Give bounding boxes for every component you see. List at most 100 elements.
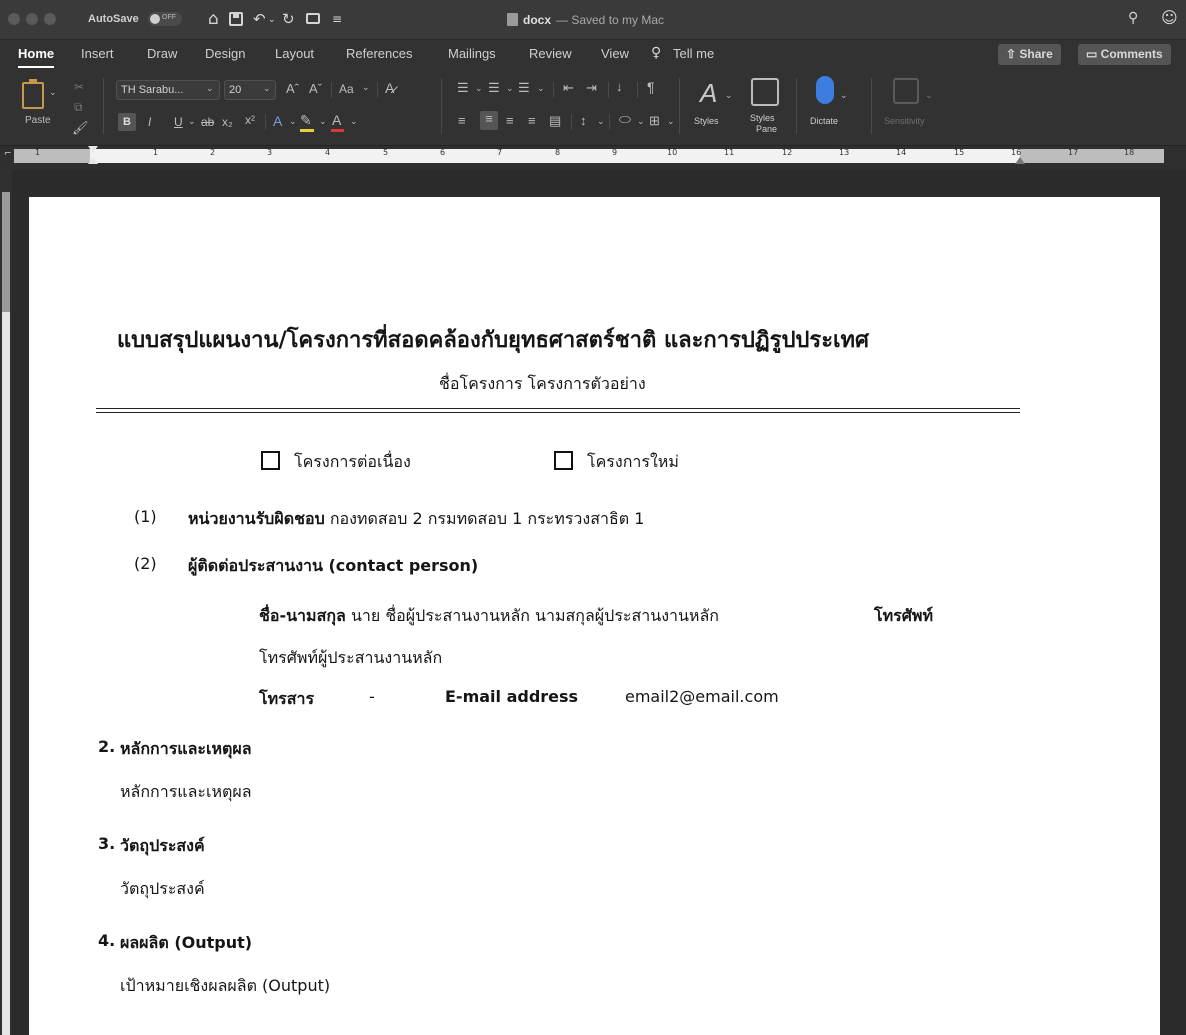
save-icon[interactable] bbox=[229, 12, 243, 26]
checkbox-icon[interactable] bbox=[554, 451, 573, 470]
search-icon[interactable]: ⚲ bbox=[1128, 10, 1138, 26]
redo-icon[interactable]: ↻ bbox=[282, 11, 295, 27]
italic-button[interactable]: I bbox=[148, 115, 151, 129]
chevron-down-icon[interactable]: ⌄ bbox=[506, 83, 514, 94]
section-4-body[interactable]: เป้าหมายเชิงผลผลิต (Output) bbox=[120, 974, 330, 999]
tab-layout[interactable]: Layout bbox=[275, 46, 314, 61]
section-3-body[interactable]: วัตถุประสงค์ bbox=[120, 877, 205, 902]
contact-name-line[interactable]: ชื่อ-นามสกุล นาย ชื่อผู้ประสานงานหลัก นา… bbox=[259, 604, 719, 629]
tab-insert[interactable]: Insert bbox=[81, 46, 114, 61]
chevron-down-icon[interactable]: ⌄ bbox=[667, 116, 675, 127]
styles-pane-icon[interactable] bbox=[751, 78, 779, 106]
format-painter-icon[interactable]: 🖌 bbox=[72, 120, 89, 136]
chevron-down-icon[interactable]: ⌄ bbox=[925, 90, 933, 101]
shrink-font-icon[interactable]: Aˇ bbox=[309, 81, 322, 96]
sort-icon[interactable]: ↓ bbox=[616, 79, 623, 94]
grow-font-icon[interactable]: Aˆ bbox=[286, 81, 299, 96]
show-formatting-marks-icon[interactable]: ¶ bbox=[647, 79, 655, 95]
first-line-indent-marker[interactable] bbox=[88, 146, 98, 153]
line-spacing-icon[interactable]: ↕ bbox=[580, 113, 587, 128]
chevron-down-icon[interactable]: ⌄ bbox=[289, 116, 297, 127]
comments-button[interactable]: ▭ Comments bbox=[1078, 44, 1171, 65]
styles-gallery-icon[interactable]: A bbox=[700, 78, 717, 109]
fax-label[interactable]: โทรสาร bbox=[259, 687, 314, 712]
chevron-down-icon[interactable]: ⌄ bbox=[475, 83, 483, 94]
project-name-subtitle[interactable]: ชื่อโครงการ โครงการตัวอย่าง bbox=[439, 372, 646, 397]
section-2-heading[interactable]: หลักการและเหตุผล bbox=[120, 737, 252, 762]
chevron-down-icon[interactable]: ⌄ bbox=[637, 116, 645, 127]
customize-toolbar-icon[interactable]: ≡ bbox=[332, 11, 342, 27]
chevron-down-icon[interactable]: ⌄ bbox=[537, 83, 545, 94]
chevron-down-icon[interactable]: ⌄ bbox=[597, 116, 605, 127]
chevron-down-icon[interactable]: ⌄ bbox=[840, 90, 848, 101]
paste-icon[interactable] bbox=[22, 79, 44, 109]
subscript-button[interactable]: x₂ bbox=[222, 115, 233, 129]
minimize-window-button[interactable] bbox=[26, 13, 38, 25]
undo-icon[interactable]: ↶ bbox=[253, 11, 266, 27]
bullets-icon[interactable]: ☰ bbox=[457, 80, 469, 96]
zoom-window-button[interactable] bbox=[44, 13, 56, 25]
tab-home[interactable]: Home bbox=[18, 46, 55, 68]
section-2-body[interactable]: หลักการและเหตุผล bbox=[120, 780, 252, 805]
hanging-indent-marker[interactable] bbox=[88, 157, 98, 164]
distributed-icon[interactable]: ▤ bbox=[549, 113, 561, 129]
shading-icon[interactable]: ⬭ bbox=[619, 111, 631, 128]
tab-draw[interactable]: Draw bbox=[147, 46, 177, 61]
chevron-down-icon[interactable]: ⌄ bbox=[362, 82, 370, 93]
multilevel-list-icon[interactable]: ☰ bbox=[518, 80, 530, 96]
increase-indent-icon[interactable]: ⇥ bbox=[586, 80, 597, 96]
checkbox-new-project[interactable]: โครงการใหม่ bbox=[554, 450, 679, 475]
close-window-button[interactable] bbox=[8, 13, 20, 25]
tab-references[interactable]: References bbox=[346, 46, 412, 61]
print-icon[interactable] bbox=[306, 13, 320, 24]
align-center-icon[interactable]: ≡ bbox=[480, 111, 498, 130]
superscript-button[interactable]: x² bbox=[245, 113, 255, 127]
fax-value[interactable]: - bbox=[369, 687, 375, 706]
email-label[interactable]: E-mail address bbox=[445, 687, 578, 706]
chevron-down-icon[interactable]: ⌄ bbox=[319, 116, 327, 127]
sensitivity-icon[interactable] bbox=[893, 78, 919, 104]
share-button[interactable]: ⇧ Share bbox=[998, 44, 1061, 65]
chevron-down-icon[interactable]: ⌄ bbox=[350, 116, 358, 127]
checkbox-continuing-project[interactable]: โครงการต่อเนื่อง bbox=[261, 450, 411, 475]
microphone-icon[interactable] bbox=[816, 76, 834, 104]
undo-dropdown-icon[interactable]: ⌄ bbox=[268, 12, 276, 28]
decrease-indent-icon[interactable]: ⇤ bbox=[563, 80, 574, 96]
account-smiley-icon[interactable]: ☺ bbox=[1161, 10, 1178, 26]
font-color-icon[interactable]: A bbox=[332, 112, 341, 128]
change-case-button[interactable]: Aa bbox=[339, 82, 354, 96]
strikethrough-button[interactable]: ab bbox=[201, 115, 214, 129]
phone-value[interactable]: โทรศัพท์ผู้ประสานงานหลัก bbox=[259, 646, 442, 671]
tab-view[interactable]: View bbox=[601, 46, 629, 61]
align-right-icon[interactable]: ≡ bbox=[506, 113, 514, 128]
highlight-icon[interactable]: ✎ bbox=[300, 112, 312, 129]
right-indent-marker[interactable] bbox=[1015, 157, 1025, 164]
clear-formatting-icon[interactable]: A̷ bbox=[385, 80, 394, 96]
autosave-toggle[interactable]: OFF bbox=[148, 12, 182, 26]
align-left-icon[interactable]: ≡ bbox=[458, 113, 466, 128]
contact-person-heading[interactable]: ผู้ติดต่อประสานงาน (contact person) bbox=[188, 554, 478, 579]
text-effects-icon[interactable]: A bbox=[273, 113, 282, 129]
section-4-heading[interactable]: ผลผลิต (Output) bbox=[120, 931, 252, 956]
tell-me-search[interactable]: Tell me bbox=[673, 46, 714, 61]
section-3-heading[interactable]: วัตถุประสงค์ bbox=[120, 834, 205, 859]
tab-mailings[interactable]: Mailings bbox=[448, 46, 496, 61]
horizontal-ruler[interactable]: ⌐ 1 1 2 3 4 5 6 7 8 9 10 11 12 13 14 15 … bbox=[0, 146, 1186, 170]
font-name-select[interactable]: TH Sarabu... ⌄ bbox=[116, 80, 220, 100]
vertical-ruler[interactable] bbox=[0, 170, 12, 1035]
vertical-scrollbar[interactable] bbox=[1162, 170, 1186, 1035]
tab-stop-selector-icon[interactable]: ⌐ bbox=[4, 149, 12, 159]
bold-button[interactable]: B bbox=[118, 113, 136, 131]
item-1-line[interactable]: หน่วยงานรับผิดชอบ กองทดสอบ 2 กรมทดสอบ 1 … bbox=[188, 507, 644, 532]
chevron-down-icon[interactable]: ⌄ bbox=[725, 90, 733, 101]
font-size-select[interactable]: 20 ⌄ bbox=[224, 80, 276, 100]
chevron-down-icon[interactable]: ⌄ bbox=[188, 116, 196, 127]
borders-icon[interactable]: ⊞ bbox=[649, 113, 660, 129]
tab-design[interactable]: Design bbox=[205, 46, 245, 61]
email-value[interactable]: email2@email.com bbox=[625, 687, 779, 706]
underline-button[interactable]: U bbox=[174, 115, 183, 129]
document-page[interactable]: แบบสรุปแผนงาน/โครงการที่สอดคล้องกับยุทธศ… bbox=[29, 197, 1160, 1035]
tab-review[interactable]: Review bbox=[529, 46, 572, 61]
justify-icon[interactable]: ≡ bbox=[528, 113, 536, 128]
checkbox-icon[interactable] bbox=[261, 451, 280, 470]
